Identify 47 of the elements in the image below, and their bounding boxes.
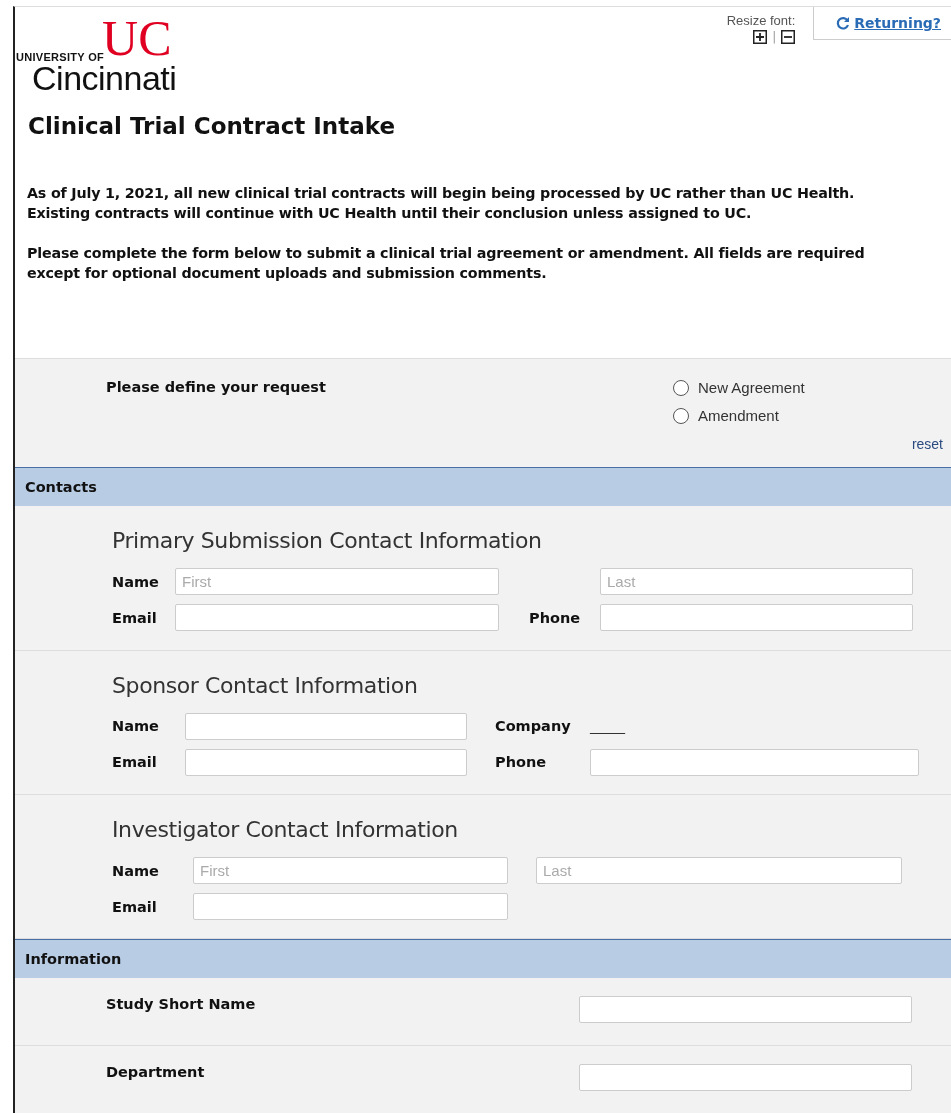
field-label: Phone bbox=[528, 609, 582, 626]
field-label: Name bbox=[112, 573, 160, 590]
field-label: Email bbox=[112, 754, 158, 771]
text-field[interactable]: Last bbox=[536, 857, 902, 884]
field-label: Email bbox=[112, 898, 158, 915]
text-field[interactable] bbox=[175, 604, 499, 632]
separator: | bbox=[772, 30, 777, 44]
field-value: _____ bbox=[590, 718, 626, 735]
intro-paragraph: As of July 1, 2021, all new clinical trial contracts will begin being processed by UC rather than UC Health. Existing contracts will continue with UC Health until their conclusion unless assigned to UC. bbox=[27, 184, 856, 223]
field-label: Company bbox=[494, 718, 572, 735]
text-field[interactable]: Last bbox=[600, 568, 913, 596]
radio-option[interactable]: New Agreement bbox=[673, 379, 951, 396]
radio-button[interactable] bbox=[673, 407, 689, 424]
radio-button[interactable] bbox=[673, 379, 689, 396]
text-field[interactable] bbox=[600, 604, 913, 632]
reset-link[interactable]: reset bbox=[911, 436, 943, 453]
resize-font-label: Resize font: bbox=[726, 13, 796, 28]
page-title: Clinical Trial Contract Intake bbox=[28, 113, 397, 139]
logo-mark: UC bbox=[102, 15, 172, 61]
refresh-icon bbox=[836, 16, 851, 30]
field-label: Please define your request bbox=[106, 379, 327, 397]
group-title: Sponsor Contact Information bbox=[112, 672, 419, 698]
field-label: Email bbox=[112, 609, 158, 626]
text-field[interactable] bbox=[185, 748, 467, 776]
increase-font-icon[interactable] bbox=[753, 30, 768, 44]
section-header: Contacts bbox=[15, 467, 951, 507]
text-field[interactable] bbox=[579, 1064, 912, 1092]
returning-link[interactable]: Returning? bbox=[854, 15, 941, 31]
text-field[interactable] bbox=[193, 893, 508, 920]
field-label: Name bbox=[112, 718, 160, 735]
intro-paragraph: Please complete the form below to submit a clinical trial agreement or amendment. All fields are required except for optional document uploads and submission comments. bbox=[27, 244, 866, 283]
text-field[interactable] bbox=[590, 748, 919, 776]
group-title: Primary Submission Contact Information bbox=[112, 528, 543, 554]
text-field[interactable]: First bbox=[193, 857, 508, 884]
logo-text: UNIVERSITY OF bbox=[16, 51, 105, 63]
field-label: Phone bbox=[494, 754, 548, 771]
field-label: Name bbox=[112, 862, 160, 879]
radio-option[interactable]: Amendment bbox=[673, 407, 951, 424]
text-field[interactable] bbox=[579, 996, 912, 1024]
section-header: Information bbox=[15, 939, 951, 979]
logo-text: Cincinnati bbox=[32, 61, 177, 95]
field-label: Study Short Name bbox=[106, 996, 257, 1015]
field-label: Department bbox=[106, 1064, 206, 1083]
group-title: Investigator Contact Information bbox=[112, 817, 459, 842]
decrease-font-icon[interactable] bbox=[781, 30, 796, 44]
text-field[interactable]: First bbox=[175, 568, 499, 596]
text-field[interactable] bbox=[185, 712, 467, 740]
